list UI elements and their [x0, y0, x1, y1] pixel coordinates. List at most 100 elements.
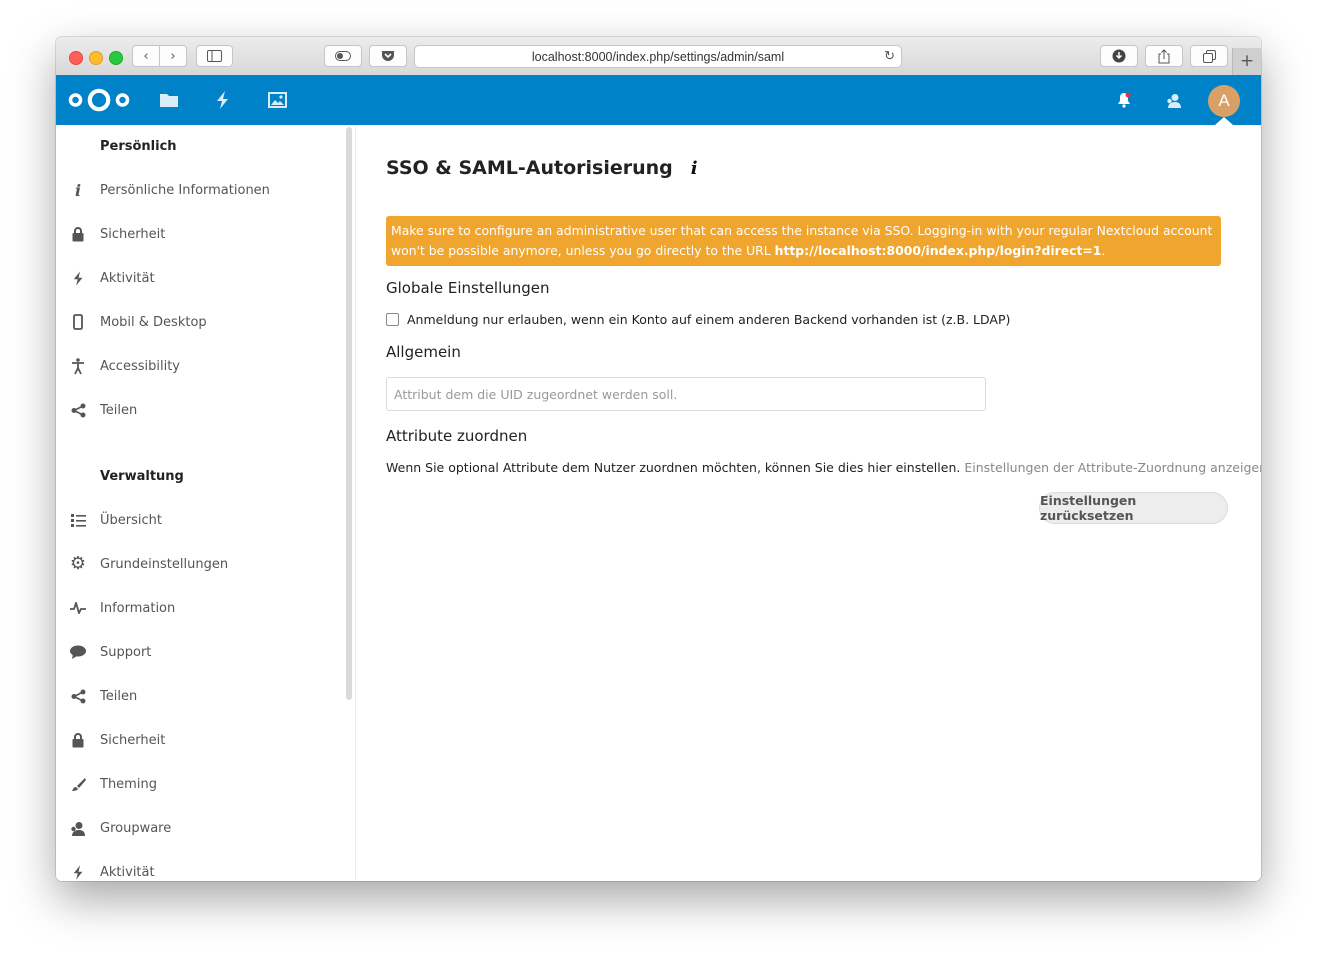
sidebar-item-overview[interactable]: Übersicht — [56, 498, 341, 542]
sidebar-item-label: Übersicht — [100, 512, 162, 528]
share-button[interactable] — [1145, 45, 1183, 67]
sidebar-item-sharing[interactable]: Teilen — [56, 388, 341, 432]
sidebar-item-sharing-admin[interactable]: Teilen — [56, 674, 341, 718]
forward-icon[interactable]: › — [160, 49, 186, 64]
phone-icon — [56, 314, 100, 330]
show-attribute-mapping-link[interactable]: Einstellungen der Attribute-Zuordnung an… — [964, 460, 1261, 475]
user-avatar[interactable]: A — [1208, 85, 1240, 117]
main-content: SSO & SAML-Autorisierung i Make sure to … — [386, 125, 1261, 881]
avatar-letter: A — [1218, 91, 1230, 110]
warning-end: . — [1101, 243, 1106, 258]
sidebar-item-label: Sicherheit — [100, 226, 166, 242]
sidebar-item-theming[interactable]: Theming — [56, 762, 341, 806]
address-bar[interactable]: localhost:8000/index.php/settings/admin/… — [414, 45, 902, 68]
zoom-window-button[interactable] — [109, 51, 123, 65]
sidebar-item-label: Aktivität — [100, 270, 155, 286]
back-icon[interactable]: ‹ — [133, 49, 159, 64]
sidebar-item-activity-admin[interactable]: Aktivität — [56, 850, 341, 881]
sidebar-icon — [207, 50, 222, 62]
sidebar-item-label: Grundeinstellungen — [100, 556, 229, 572]
sidebar-scrollbar[interactable] — [346, 127, 352, 700]
sidebar-item-label: Sicherheit — [100, 732, 166, 748]
direct-login-url: http://localhost:8000/index.php/login?di… — [774, 243, 1102, 258]
sidebar-item-label: Teilen — [100, 688, 138, 704]
sidebar-item-label: Support — [100, 644, 152, 660]
sidebar-item-security-admin[interactable]: Sicherheit — [56, 718, 341, 762]
reload-icon[interactable]: ↻ — [884, 48, 895, 64]
close-window-button[interactable] — [69, 51, 83, 65]
global-settings-heading: Globale Einstellungen — [386, 279, 550, 297]
settings-sidebar: Persönlich i Persönliche Informationen S… — [56, 125, 356, 881]
sidebar-item-label: Teilen — [100, 402, 138, 418]
share-sheet-icon — [1158, 48, 1170, 63]
history-nav: ‹ › — [132, 45, 187, 67]
address-text: localhost:8000/index.php/settings/admin/… — [531, 49, 785, 64]
reset-settings-button[interactable]: Einstellungen zurücksetzen — [1039, 492, 1228, 524]
activity-icon — [56, 864, 100, 880]
info-icon: i — [74, 180, 82, 200]
browser-window: ‹ › localhost:8000/index.php/settings/ad… — [56, 37, 1261, 881]
sidebar-item-mobile-desktop[interactable]: Mobil & Desktop — [56, 300, 341, 344]
gallery-icon[interactable] — [266, 89, 288, 111]
sidebar-item-personal-info[interactable]: i Persönliche Informationen — [56, 168, 341, 212]
sidebar-item-security[interactable]: Sicherheit — [56, 212, 341, 256]
warning-banner: Make sure to configure an administrative… — [386, 216, 1221, 266]
sidebar-item-basic-settings[interactable]: ⚙ Grundeinstellungen — [56, 542, 341, 586]
sidebar-toggle-button[interactable] — [196, 45, 233, 67]
share-icon — [56, 689, 100, 704]
sidebar-item-label: Groupware — [100, 820, 172, 836]
general-heading: Allgemein — [386, 343, 461, 361]
attribute-mapping-description: Wenn Sie optional Attribute dem Nutzer z… — [386, 460, 1261, 475]
pocket-icon — [382, 51, 394, 61]
tabs-icon — [1202, 49, 1216, 63]
toggle-icon — [335, 51, 351, 61]
app-header: A — [56, 75, 1261, 125]
sidebar-item-label: Accessibility — [100, 358, 180, 374]
uid-attribute-placeholder: Attribut dem die UID zugeordnet werden s… — [394, 386, 678, 402]
require-backend-option[interactable]: Anmeldung nur erlauben, wenn ein Konto a… — [386, 312, 1010, 327]
sidebar-item-label: Theming — [100, 776, 157, 792]
sidebar-item-label: Mobil & Desktop — [100, 314, 207, 330]
reader-toggle-button[interactable] — [324, 45, 362, 67]
attribute-description-text: Wenn Sie optional Attribute dem Nutzer z… — [386, 460, 961, 475]
uid-attribute-input[interactable]: Attribut dem die UID zugeordnet werden s… — [386, 377, 986, 411]
require-backend-checkbox[interactable] — [386, 313, 399, 326]
sidebar-item-label: Information — [100, 600, 176, 616]
personal-heading: Persönlich — [100, 139, 177, 154]
list-icon — [56, 513, 100, 527]
pocket-button[interactable] — [369, 45, 407, 67]
download-icon — [1112, 49, 1126, 63]
accessibility-icon — [56, 357, 100, 375]
info-icon[interactable]: i — [691, 158, 698, 179]
menu-caret — [1215, 117, 1233, 125]
nextcloud-logo[interactable] — [68, 87, 130, 117]
downloads-button[interactable] — [1100, 45, 1138, 67]
page-title: SSO & SAML-Autorisierung — [386, 157, 673, 179]
checkbox-label[interactable]: Anmeldung nur erlauben, wenn ein Konto a… — [407, 312, 1010, 327]
gear-icon: ⚙ — [69, 553, 87, 574]
sidebar-item-label: Aktivität — [100, 864, 155, 880]
minimize-window-button[interactable] — [89, 51, 103, 65]
contacts-menu-icon[interactable] — [1163, 89, 1185, 111]
files-icon[interactable] — [158, 89, 180, 111]
pulse-icon — [56, 602, 100, 614]
activity-icon[interactable] — [212, 89, 234, 111]
admin-heading: Verwaltung — [100, 469, 184, 484]
notifications-icon[interactable] — [1113, 89, 1135, 111]
contacts-icon — [56, 821, 100, 836]
speech-bubble-icon — [56, 645, 100, 659]
tabs-overview-button[interactable] — [1190, 45, 1228, 67]
brush-icon — [56, 777, 100, 792]
title-row: SSO & SAML-Autorisierung i — [386, 157, 698, 179]
sidebar-item-groupware[interactable]: Groupware — [56, 806, 341, 850]
sidebar-item-support[interactable]: Support — [56, 630, 341, 674]
new-tab-icon[interactable]: + — [1232, 48, 1261, 75]
sidebar-item-information[interactable]: Information — [56, 586, 341, 630]
sidebar-item-accessibility[interactable]: Accessibility — [56, 344, 341, 388]
sidebar-item-label: Persönliche Informationen — [100, 182, 270, 198]
lock-icon — [56, 226, 100, 242]
lock-icon — [56, 732, 100, 748]
activity-icon — [56, 270, 100, 286]
sidebar-item-activity[interactable]: Aktivität — [56, 256, 341, 300]
attribute-mapping-heading: Attribute zuordnen — [386, 427, 528, 445]
